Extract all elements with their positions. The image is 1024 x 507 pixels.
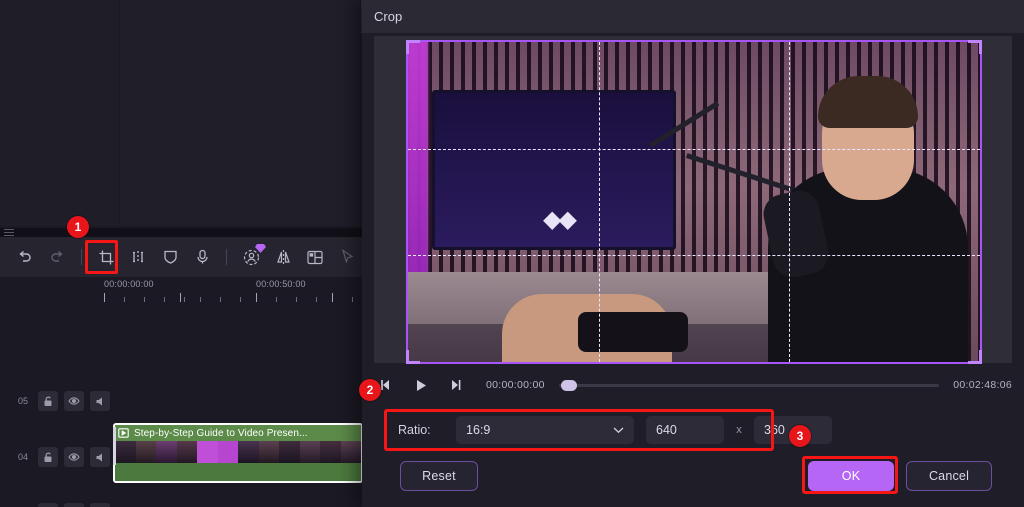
- step-badge-1: 1: [67, 216, 89, 238]
- ruler-label-1: 00:00:50:00: [256, 279, 306, 289]
- toolbar-separator: [81, 249, 82, 265]
- next-frame-icon[interactable]: [442, 374, 468, 396]
- clip-waveform: [115, 463, 361, 481]
- preview-area: ◆◆: [374, 36, 1012, 364]
- preview-scrubber[interactable]: [558, 379, 940, 391]
- unlock-icon[interactable]: [38, 391, 58, 411]
- playback-controls: 00:00:00:00 00:02:48:06: [374, 372, 1012, 398]
- undo-icon[interactable]: [10, 243, 40, 271]
- eye-icon[interactable]: [64, 391, 84, 411]
- speaker-icon[interactable]: [90, 391, 110, 411]
- ratio-row-highlight: [384, 409, 774, 451]
- unlock-icon[interactable]: [38, 447, 58, 467]
- split-icon[interactable]: [123, 243, 153, 271]
- toolbar-separator-2: [226, 249, 227, 265]
- track-number: 05: [17, 396, 28, 406]
- scrubber-knob[interactable]: [560, 379, 577, 391]
- dialog-title: Crop: [362, 0, 1024, 33]
- mirror-icon[interactable]: [268, 243, 298, 271]
- clip-header: Step-by-Step Guide to Video Presen...: [115, 425, 361, 441]
- clip-thumbnails: [115, 441, 361, 463]
- reset-button[interactable]: Reset: [400, 461, 478, 491]
- redo-icon[interactable]: [42, 243, 72, 271]
- current-timecode: 00:00:00:00: [486, 379, 545, 391]
- library-panel: [120, 0, 360, 226]
- clip-title: Step-by-Step Guide to Video Presen...: [134, 427, 308, 439]
- split-screen-icon[interactable]: [300, 243, 330, 271]
- microphone-icon[interactable]: [187, 243, 217, 271]
- track-number: 04: [17, 452, 28, 462]
- step-badge-2: 2: [359, 379, 381, 401]
- media-panel: [0, 0, 119, 226]
- cancel-button[interactable]: Cancel: [906, 461, 992, 491]
- speaker-icon[interactable]: [90, 447, 110, 467]
- timeline-clip[interactable]: Step-by-Step Guide to Video Presen...: [113, 423, 363, 483]
- app-root: 00:00:00:00 00:00:50:00 05 04 Step-by-St…: [0, 0, 1024, 507]
- step-badge-3: 3: [789, 425, 811, 447]
- eye-icon[interactable]: [64, 447, 84, 467]
- mask-icon[interactable]: [155, 243, 185, 271]
- video-preview[interactable]: ◆◆: [406, 40, 982, 364]
- total-timecode: 00:02:48:06: [953, 379, 1012, 391]
- unlock-icon[interactable]: [38, 503, 58, 507]
- ruler-label-0: 00:00:00:00: [104, 279, 154, 289]
- speaker-icon[interactable]: [90, 503, 110, 507]
- eye-icon[interactable]: [64, 503, 84, 507]
- video-clip-icon: [118, 428, 129, 438]
- ok-button-highlight: [802, 456, 898, 494]
- clip-trim-handle[interactable]: [113, 427, 116, 465]
- play-icon[interactable]: [408, 374, 434, 396]
- toolbar-grip[interactable]: [4, 229, 14, 236]
- pointer-icon[interactable]: [332, 243, 362, 271]
- crop-icon[interactable]: [91, 243, 121, 271]
- ai-portrait-icon[interactable]: [236, 243, 266, 271]
